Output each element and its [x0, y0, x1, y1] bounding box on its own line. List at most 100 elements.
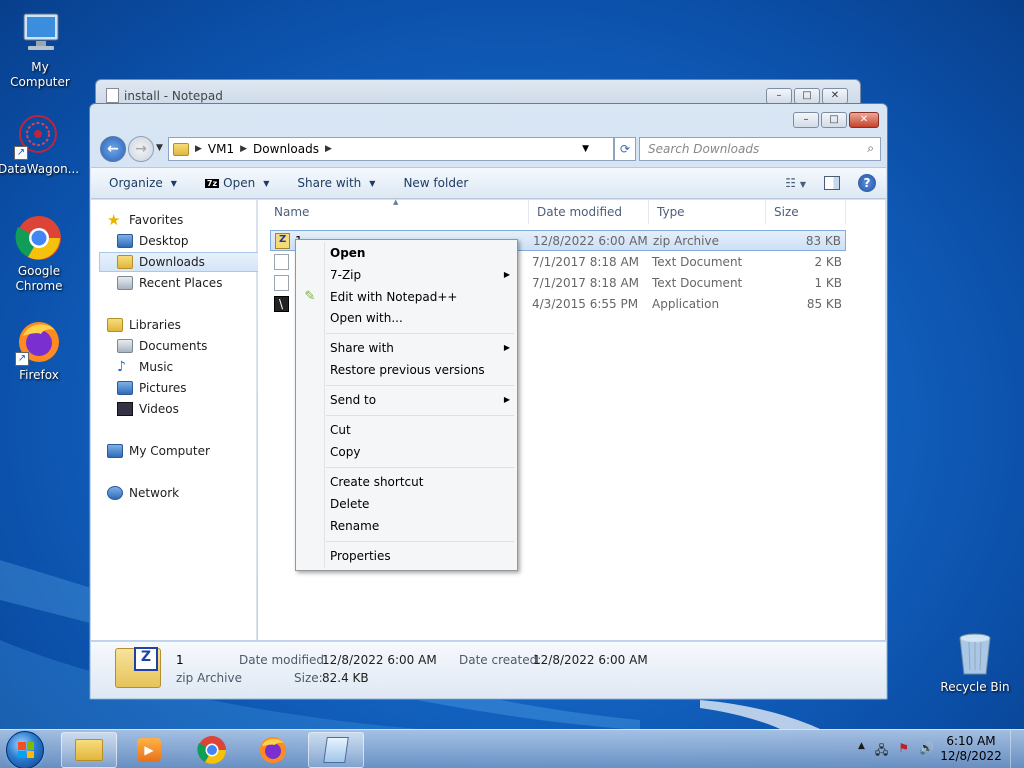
minimize-button[interactable]: – — [793, 112, 819, 128]
taskbar-chrome-button[interactable] — [184, 732, 240, 768]
nav-documents[interactable]: Documents — [117, 336, 281, 356]
breadcrumb-chevron-icon[interactable]: ▶ — [195, 144, 202, 154]
volume-icon[interactable]: 🔊 — [919, 741, 934, 762]
documents-icon — [117, 339, 133, 353]
share-with-button[interactable]: Share with ▼ — [297, 176, 375, 190]
show-desktop-button[interactable] — [1010, 730, 1024, 768]
menu-item-copy[interactable]: Copy — [330, 442, 510, 462]
back-button[interactable]: ← — [100, 136, 126, 162]
maximize-button[interactable]: □ — [821, 112, 847, 128]
new-folder-button[interactable]: New folder — [403, 176, 468, 190]
refresh-button[interactable]: ⟳ — [614, 137, 636, 161]
chrome-icon — [15, 214, 63, 262]
new-folder-label: New folder — [403, 176, 469, 190]
breadcrumb-chevron-icon[interactable]: ▶ — [325, 144, 332, 154]
show-hidden-icons-icon[interactable]: ▲ — [858, 741, 865, 762]
preview-pane-icon[interactable] — [824, 176, 840, 190]
close-button[interactable]: ✕ — [822, 88, 848, 104]
details-date-created-label: Date created: — [459, 653, 542, 667]
desktop-icon-chrome[interactable]: Google Chrome — [0, 214, 79, 294]
column-header-size[interactable]: Size — [766, 200, 846, 224]
file-date: 4/3/2015 6:55 PM — [532, 297, 639, 311]
forward-button[interactable]: → — [128, 136, 154, 162]
menu-label: Rename — [330, 519, 380, 533]
menu-item-send-to[interactable]: Send to ▶ — [330, 390, 510, 410]
menu-label: Cut — [330, 423, 351, 437]
recycle-bin-icon — [951, 630, 999, 678]
nav-videos[interactable]: Videos — [117, 399, 281, 419]
taskbar-notepad-button[interactable] — [308, 732, 364, 768]
nav-desktop[interactable]: Desktop — [117, 231, 281, 251]
chrome-icon — [197, 736, 226, 764]
windows-logo-icon — [18, 742, 34, 758]
nav-downloads[interactable]: Downloads — [99, 252, 263, 272]
clock[interactable]: 6:10 AM 12/8/2022 — [940, 734, 1002, 764]
file-date: 7/1/2017 8:18 AM — [532, 276, 640, 290]
network-tray-icon[interactable]: 🖧 — [875, 741, 888, 762]
column-header-type[interactable]: Type — [649, 200, 766, 224]
caret-down-icon: ▼ — [369, 178, 376, 188]
notepad-icon — [106, 88, 119, 103]
action-center-icon[interactable]: ⚑ — [898, 741, 909, 762]
details-date-modified-label: Date modified: — [239, 653, 329, 667]
search-icon[interactable]: ⌕ — [867, 141, 874, 156]
desktop-icon-label: Google Chrome — [15, 264, 63, 293]
menu-item-edit-notepadpp[interactable]: Edit with Notepad++ — [330, 287, 510, 307]
file-size: 1 KB — [814, 276, 842, 290]
details-date-modified: 12/8/2022 6:00 AM — [322, 653, 437, 667]
breadcrumb-vm1[interactable]: VM1 — [208, 142, 234, 156]
nav-network[interactable]: Network — [107, 483, 271, 503]
libraries-icon — [107, 318, 123, 332]
file-type: Text Document — [652, 255, 743, 269]
menu-item-share-with[interactable]: Share with ▶ — [330, 338, 510, 358]
desktop-icon-recycle-bin[interactable]: Recycle Bin — [935, 630, 1015, 695]
menu-item-7zip[interactable]: 7-Zip ▶ — [330, 265, 510, 285]
minimize-button[interactable]: – — [766, 88, 792, 104]
search-input[interactable]: Search Downloads ⌕ — [639, 137, 881, 161]
taskbar-media-player-button[interactable]: ▶ — [121, 732, 177, 768]
help-icon[interactable]: ? — [858, 174, 876, 192]
desktop-icon-my-computer[interactable]: My Computer — [0, 10, 80, 90]
address-dropdown-icon[interactable]: ▼ — [582, 144, 589, 154]
menu-separator — [326, 385, 514, 386]
recent-pages-dropdown[interactable]: ▼ — [156, 143, 163, 153]
nav-music[interactable]: ♪ Music — [117, 357, 281, 377]
text-file-icon — [274, 275, 289, 291]
breadcrumb-chevron-icon[interactable]: ▶ — [240, 144, 247, 154]
nav-label: Recent Places — [139, 276, 223, 290]
view-options-icon[interactable]: ☷ ▼ — [785, 176, 806, 190]
nav-my-computer[interactable]: My Computer — [107, 441, 271, 461]
close-button[interactable]: ✕ — [849, 112, 879, 128]
shortcut-arrow-icon: ↗ — [14, 146, 28, 160]
menu-item-rename[interactable]: Rename — [330, 516, 510, 536]
nav-pictures[interactable]: Pictures — [117, 378, 281, 398]
menu-item-properties[interactable]: Properties — [330, 546, 510, 566]
breadcrumb-downloads[interactable]: Downloads — [253, 142, 319, 156]
videos-icon — [117, 402, 133, 416]
nav-recent-places[interactable]: Recent Places — [117, 273, 281, 293]
7zip-icon: 7z — [204, 178, 220, 188]
menu-item-cut[interactable]: Cut — [330, 420, 510, 440]
menu-item-restore-previous[interactable]: Restore previous versions — [330, 360, 510, 380]
maximize-button[interactable]: □ — [794, 88, 820, 104]
taskbar-explorer-button[interactable] — [61, 732, 117, 768]
taskbar-firefox-button[interactable] — [245, 732, 301, 768]
desktop-icon-datawagon[interactable]: ↗ DataWagon... — [0, 112, 79, 177]
address-bar[interactable]: ▶ VM1 ▶ Downloads ▶ ▼ — [168, 137, 614, 161]
network-icon — [107, 486, 123, 500]
firefox-icon: ↗ — [15, 318, 63, 366]
menu-item-create-shortcut[interactable]: Create shortcut — [330, 472, 510, 492]
desktop-icon-firefox[interactable]: ↗ Firefox — [0, 318, 79, 383]
nav-favorites[interactable]: ★ Favorites — [107, 210, 271, 230]
open-button[interactable]: 7z Open ▼ — [204, 176, 269, 190]
organize-button[interactable]: Organize ▼ — [109, 176, 177, 190]
start-button[interactable] — [6, 731, 44, 768]
menu-separator — [326, 415, 514, 416]
navigation-pane: ★ Favorites Desktop Downloads Recent Pla… — [91, 200, 263, 640]
nav-label: Documents — [139, 339, 208, 353]
menu-item-open-with[interactable]: Open with... — [330, 308, 510, 328]
nav-libraries[interactable]: Libraries — [107, 315, 271, 335]
menu-item-open[interactable]: Open — [330, 243, 510, 263]
menu-item-delete[interactable]: Delete — [330, 494, 510, 514]
column-header-date[interactable]: Date modified — [529, 200, 649, 224]
